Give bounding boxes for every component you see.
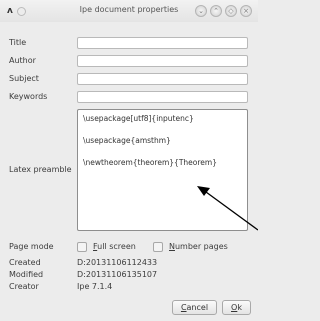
cancel-button[interactable]: Cancel — [172, 300, 217, 315]
latex-preamble-textarea[interactable]: \usepackage[utf8]{inputenc} \usepackage{… — [77, 109, 248, 231]
subject-label: Subject — [9, 74, 39, 83]
preamble-label: Latex preamble — [9, 165, 72, 174]
preamble-line: \usepackage[utf8]{inputenc} — [83, 114, 194, 123]
keywords-field[interactable] — [77, 91, 248, 103]
modified-label: Modified — [9, 270, 44, 279]
maximize-icon[interactable]: ⌃ — [210, 5, 222, 17]
number-pages-label[interactable]: Number pages — [169, 242, 228, 251]
modified-value: D:20131106135107 — [77, 270, 158, 279]
title-label: Title — [9, 38, 27, 47]
author-field[interactable] — [77, 55, 248, 67]
subject-field[interactable] — [77, 73, 248, 85]
creator-value: Ipe 7.1.4 — [77, 282, 113, 291]
close-icon[interactable]: × — [240, 5, 252, 17]
creator-label: Creator — [9, 282, 39, 291]
full-screen-checkbox[interactable] — [77, 242, 87, 252]
restore-icon[interactable]: ◇ — [225, 5, 237, 17]
author-label: Author — [9, 56, 36, 65]
preamble-line: \usepackage{amsthm} — [83, 136, 171, 145]
minimize-icon[interactable]: ⌄ — [195, 5, 207, 17]
ok-button[interactable]: Ok — [222, 300, 251, 315]
page-mode-label: Page mode — [9, 242, 54, 251]
window-titlebar[interactable]: ʌ Ipe document properties ⌄ ⌃ ◇ × — [0, 0, 258, 22]
number-pages-checkbox[interactable] — [153, 242, 163, 252]
title-field[interactable] — [77, 37, 248, 49]
keywords-label: Keywords — [9, 92, 48, 101]
created-value: D:20131106112433 — [77, 258, 158, 267]
preamble-line: \newtheorem{theorem}{Theorem} — [83, 158, 217, 167]
created-label: Created — [9, 258, 41, 267]
full-screen-label[interactable]: Full screen — [93, 242, 136, 251]
